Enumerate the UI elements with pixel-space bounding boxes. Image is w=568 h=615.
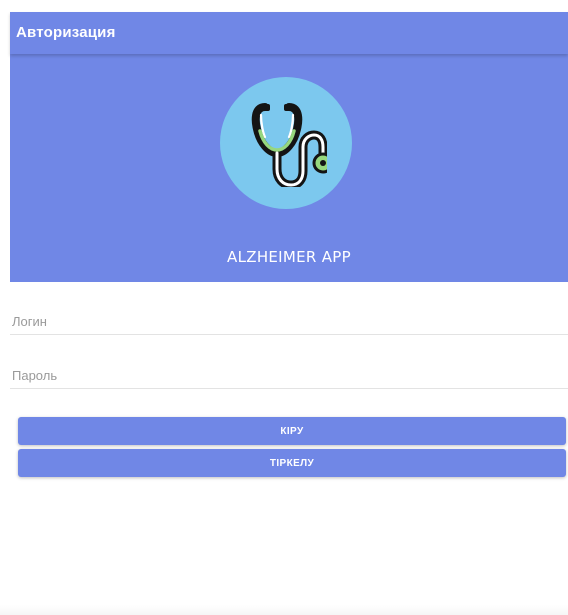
hero-banner: ALZHEIMER APP — [10, 54, 568, 282]
login-input[interactable] — [10, 309, 568, 335]
stethoscope-icon — [251, 103, 327, 187]
app-logo — [220, 77, 352, 209]
login-screen: Авторизация ALZHEIMER APP Логин КІРУ ТІР… — [10, 12, 568, 615]
login-button[interactable]: КІРУ — [18, 417, 566, 445]
app-bar-title: Авторизация — [16, 24, 116, 41]
app-name: ALZHEIMER APP — [227, 248, 351, 266]
app-bar: Авторизация — [10, 12, 568, 54]
register-button[interactable]: ТІРКЕЛУ — [18, 449, 566, 477]
bottom-edge — [0, 605, 568, 615]
password-input[interactable] — [10, 363, 568, 389]
